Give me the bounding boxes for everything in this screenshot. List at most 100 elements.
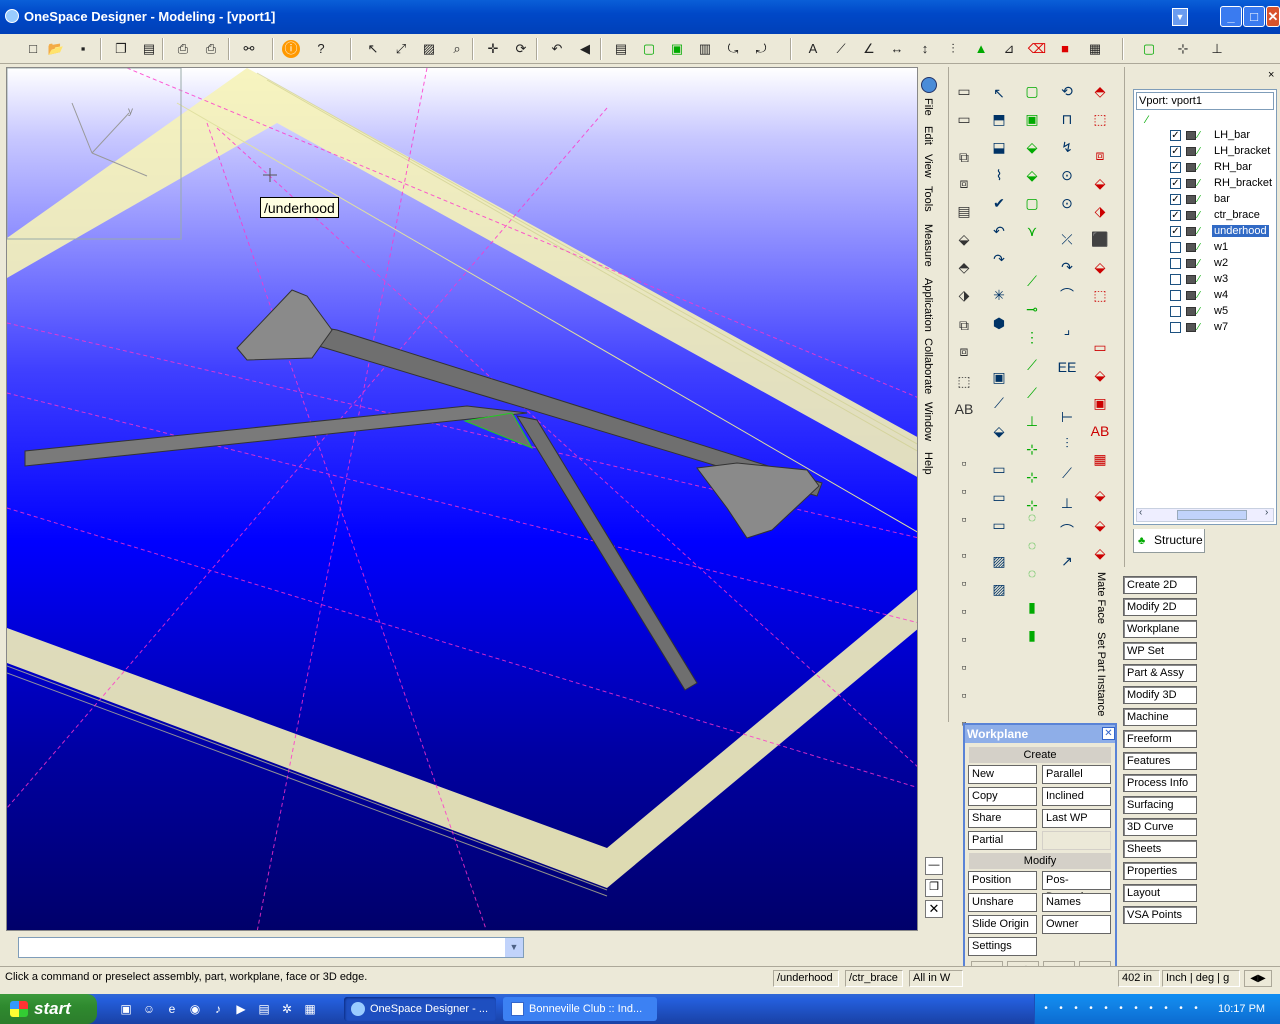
app-button-properties[interactable]: Properties [1123,862,1197,880]
palette-tool-0-14-icon[interactable]: ▫ [953,508,975,530]
line-dim-icon[interactable]: ⟋ [830,38,852,60]
tree-hscrollbar[interactable]: ‹ › [1136,507,1274,522]
palette-tool-2-6-icon[interactable]: ⟋ [1021,270,1043,292]
palette-tool-1-8-icon[interactable]: ⬢ [988,312,1010,334]
folder-quicklaunch-icon[interactable]: ▤ [256,1001,272,1017]
wp-new-button[interactable]: New [968,765,1037,784]
app-button-features[interactable]: Features [1123,752,1197,770]
rotate-icon[interactable]: ⟳ [510,38,532,60]
app-button-vsa-points[interactable]: VSA Points [1123,906,1197,924]
palette-tool-0-3-icon[interactable]: ⧈ [953,172,975,194]
palette-tool-1-9-icon[interactable]: ▣ [988,366,1010,388]
app-button-surfacing[interactable]: Surfacing [1123,796,1197,814]
rotate-90b-icon[interactable]: ⤾ [750,38,772,60]
tree-checkbox[interactable]: ✓ [1170,130,1181,141]
select-icon[interactable]: ↖ [362,38,384,60]
palette-tool-0-2-icon[interactable]: ⧉ [953,146,975,168]
red-cube-icon[interactable]: ■ [1054,38,1076,60]
status-selection[interactable]: All in W [909,970,963,987]
palette-tool-0-1-icon[interactable]: ▭ [953,108,975,130]
app-tray-icon[interactable]: • [1173,1001,1189,1017]
palette-tool-0-7-icon[interactable]: ⬗ [953,284,975,306]
palette-tool-0-8-icon[interactable]: ⧉ [953,314,975,336]
palette-tool-4-1-icon[interactable]: ⬚ [1089,108,1111,130]
palette-tool-2-15-icon[interactable]: ◌ [1021,506,1043,528]
palette-tool-0-15-icon[interactable]: ▫ [953,544,975,566]
workplane-icon[interactable]: ⊹ [1172,38,1194,60]
palette-tool-4-11-icon[interactable]: AB [1089,420,1111,442]
palette-tool-0-12-icon[interactable]: ▫ [953,452,975,474]
palette-tool-0-4-icon[interactable]: ▤ [953,200,975,222]
set-part-instance-label[interactable]: Set Part Instance [1095,632,1107,732]
palette-tool-3-4-icon[interactable]: ⊙ [1056,192,1078,214]
palette-tool-0-10-icon[interactable]: ⬚ [953,370,975,392]
wp-copy-button[interactable]: Copy [968,787,1037,806]
palette-tool-4-12-icon[interactable]: ▦ [1089,448,1111,470]
palette-tool-4-7-icon[interactable]: ⬚ [1089,284,1111,306]
task-onespace[interactable]: OneSpace Designer - ... [344,997,496,1021]
fit-icon[interactable]: ⤢ [390,38,412,60]
wp-position-button[interactable]: Position [968,871,1037,890]
update-tray-icon[interactable]: • [1083,1001,1099,1017]
palette-tool-0-18-icon[interactable]: ▫ [953,628,975,650]
palette-tool-1-4-icon[interactable]: ✔ [988,192,1010,214]
palette-tool-4-9-icon[interactable]: ⬙ [1089,364,1111,386]
palette-tool-0-17-icon[interactable]: ▫ [953,600,975,622]
printer-tray-icon[interactable]: • [1143,1001,1159,1017]
app-button-workplane[interactable]: Workplane [1123,620,1197,638]
sync-tray-icon[interactable]: • [1098,1001,1114,1017]
palette-tool-2-13-icon[interactable]: ⊹ [1021,466,1043,488]
app-button-sheets[interactable]: Sheets [1123,840,1197,858]
app-button-freeform[interactable]: Freeform [1123,730,1197,748]
list-icon[interactable]: ▤ [610,38,632,60]
palette-tool-4-6-icon[interactable]: ⬙ [1089,256,1111,278]
app-button-3d-curve[interactable]: 3D Curve [1123,818,1197,836]
save-icon[interactable]: ▪ [72,38,94,60]
close-button[interactable]: ✕ [1266,6,1280,27]
undo-view-icon[interactable]: ↶ [546,38,568,60]
palette-tool-0-13-icon[interactable]: ▫ [953,480,975,502]
palette-tool-3-3-icon[interactable]: ⊙ [1056,164,1078,186]
palette-tool-2-7-icon[interactable]: ⊸ [1021,298,1043,320]
app-button-part-assy[interactable]: Part & Assy [1123,664,1197,682]
part-lh-bar[interactable] [24,405,528,467]
palette-tool-4-10-icon[interactable]: ▣ [1089,392,1111,414]
palette-tool-2-19-icon[interactable]: ▮ [1021,624,1043,646]
new-file-icon[interactable]: □ [22,38,44,60]
palette-tool-2-12-icon[interactable]: ⊹ [1021,438,1043,460]
palette-tool-4-0-icon[interactable]: ⬘ [1089,80,1111,102]
palette-tool-3-5-icon[interactable]: ⤫ [1056,228,1078,250]
app-icon[interactable] [5,9,19,23]
tree-checkbox[interactable] [1170,242,1181,253]
palette-tool-4-3-icon[interactable]: ⬙ [1089,172,1111,194]
palette-tool-1-11-icon[interactable]: ⬙ [988,420,1010,442]
wifi-tray-icon[interactable]: • [1158,1001,1174,1017]
back-icon[interactable]: ◀ [574,38,596,60]
palette-tool-4-13-icon[interactable]: ⬙ [1089,484,1111,506]
tree-checkbox[interactable]: ✓ [1170,178,1181,189]
palette-tool-2-3-icon[interactable]: ⬙ [1021,164,1043,186]
panel-close-icon[interactable]: × [1268,69,1274,81]
palette-tool-0-19-icon[interactable]: ▫ [953,656,975,678]
tree-checkbox[interactable] [1170,258,1181,269]
model-canvas[interactable]: y [7,68,918,931]
wp-parallel-button[interactable]: Parallel [1042,765,1111,784]
open-icon[interactable]: 📂 [45,38,67,60]
print-icon[interactable]: ⎙ [172,38,194,60]
app-quicklaunch-icon[interactable]: ♪ [210,1001,226,1017]
palette-tool-3-10-icon[interactable]: ⊢ [1056,406,1078,428]
close-view-button[interactable]: ✕ [925,900,943,918]
menu-help[interactable]: Help [922,452,934,475]
tool-quicklaunch-icon[interactable]: ✲ [279,1001,295,1017]
wp-share-button[interactable]: Share [968,809,1037,828]
palette-tool-1-0-icon[interactable]: ↖ [988,82,1010,104]
palette-tool-1-14-icon[interactable]: ▭ [988,514,1010,536]
vertical-dim-icon[interactable]: ↕ [914,38,936,60]
menu-view[interactable]: View [922,154,934,178]
maximize-button[interactable]: □ [1243,6,1265,27]
ie-quicklaunch-icon[interactable]: e [164,1001,180,1017]
palette-tool-1-3-icon[interactable]: ⌇ [988,164,1010,186]
app-button-create-2d[interactable]: Create 2D [1123,576,1197,594]
menu-application[interactable]: Application [922,278,934,332]
menu-collaborate[interactable]: Collaborate [922,338,934,394]
